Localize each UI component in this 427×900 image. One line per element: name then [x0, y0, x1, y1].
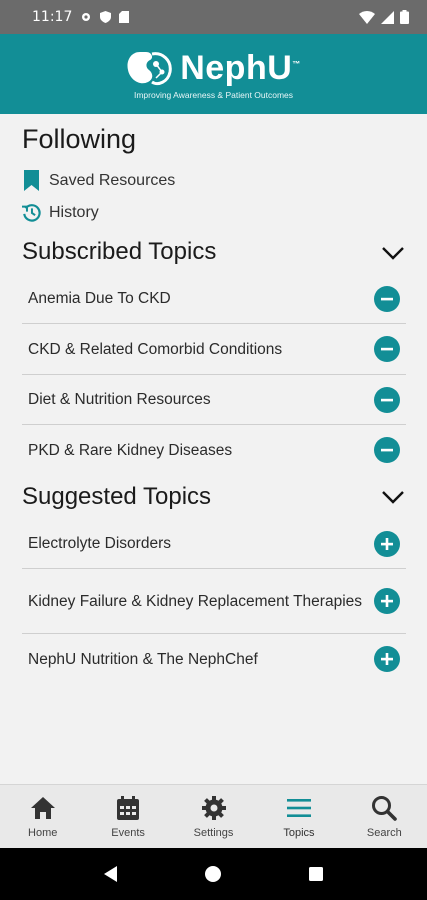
page-title: Following	[22, 124, 137, 154]
wifi-icon	[359, 10, 375, 24]
nav-search[interactable]: Search	[342, 785, 427, 848]
brand-name: NephU	[180, 48, 293, 87]
topic-label: Anemia Due To CKD	[28, 290, 171, 307]
status-time: 11:17	[32, 9, 73, 25]
nav-settings[interactable]: Settings	[171, 785, 256, 848]
status-bar: 11:17	[0, 0, 427, 34]
plus-icon	[381, 595, 393, 607]
signal-icon	[381, 10, 394, 24]
nav-topics[interactable]: Topics	[256, 785, 341, 848]
history-link[interactable]: History	[22, 202, 99, 223]
app-header: NephU™ Improving Awareness & Patient Out…	[0, 34, 427, 114]
home-icon	[30, 797, 55, 819]
nav-home[interactable]: Home	[0, 785, 85, 848]
subscribed-collapse-chevron-icon[interactable]	[381, 245, 405, 261]
unsubscribe-button[interactable]	[374, 336, 400, 362]
system-navigation-bar	[0, 848, 427, 900]
unsubscribe-button[interactable]	[374, 437, 400, 463]
menu-icon	[286, 799, 311, 817]
subscribe-button[interactable]	[374, 646, 400, 672]
minus-icon	[381, 347, 393, 351]
plus-icon	[381, 537, 393, 550]
nephu-logo: NephU™	[126, 48, 301, 88]
calendar-icon	[117, 796, 140, 820]
unsubscribe-button[interactable]	[374, 386, 400, 413]
sd-card-status-icon	[119, 11, 130, 23]
history-label: History	[49, 203, 99, 221]
search-icon	[372, 796, 398, 821]
subscribe-button[interactable]	[374, 530, 400, 557]
suggested-topic-row[interactable]: Electrolyte Disorders	[22, 519, 406, 569]
saved-resources-label: Saved Resources	[49, 171, 176, 189]
shield-status-icon	[100, 11, 112, 23]
topic-label: NephU Nutrition & The NephChef	[28, 650, 258, 668]
kidney-logo-icon	[127, 52, 172, 86]
battery-icon	[400, 10, 409, 24]
minus-icon	[381, 448, 393, 452]
subscribe-button[interactable]	[374, 588, 400, 614]
gear-icon	[201, 796, 226, 820]
settings-status-icon	[82, 13, 91, 21]
subscribed-topic-row[interactable]: CKD & Related Comorbid Conditions	[22, 324, 406, 375]
suggested-topic-row[interactable]: NephU Nutrition & The NephChef	[22, 634, 406, 684]
saved-resources-link[interactable]: Saved Resources	[22, 170, 175, 191]
back-icon[interactable]	[102, 865, 120, 883]
minus-icon	[381, 398, 393, 401]
topic-label: Kidney Failure & Kidney Replacement Ther…	[28, 592, 363, 610]
subscribed-topic-row[interactable]: PKD & Rare Kidney Diseases	[22, 425, 406, 475]
suggested-topic-row[interactable]: Kidney Failure & Kidney Replacement Ther…	[22, 569, 406, 634]
subscribed-topic-row[interactable]: Anemia Due To CKD	[22, 274, 406, 324]
home-circle-icon[interactable]	[204, 865, 222, 883]
nav-label: Events	[111, 827, 145, 839]
topic-label: PKD & Rare Kidney Diseases	[28, 441, 233, 459]
minus-icon	[381, 297, 393, 300]
nav-label: Home	[28, 827, 58, 839]
nav-label: Search	[366, 827, 402, 839]
trademark: ™	[292, 59, 301, 69]
nav-events[interactable]: Events	[85, 785, 170, 848]
topic-label: Diet & Nutrition Resources	[28, 391, 211, 408]
plus-icon	[381, 653, 393, 665]
nav-label: Settings	[193, 827, 234, 839]
suggested-topics-title: Suggested Topics	[22, 483, 212, 510]
bottom-navigation: Home Events Settings Topics Search	[0, 784, 427, 848]
bookmark-icon	[24, 170, 39, 191]
topic-label: CKD & Related Comorbid Conditions	[28, 340, 283, 358]
tagline: Improving Awareness & Patient Outcomes	[133, 90, 294, 100]
topic-label: Electrolyte Disorders	[28, 535, 171, 552]
unsubscribe-button[interactable]	[374, 285, 400, 312]
following-page: Following Saved Resources History Subscr…	[0, 114, 427, 784]
nav-label: Topics	[283, 827, 315, 839]
subscribed-topic-row[interactable]: Diet & Nutrition Resources	[22, 375, 406, 425]
recents-square-icon[interactable]	[307, 865, 325, 883]
subscribed-topics-title: Subscribed Topics	[22, 238, 217, 265]
suggested-collapse-chevron-icon[interactable]	[381, 489, 405, 505]
history-icon	[22, 204, 41, 222]
